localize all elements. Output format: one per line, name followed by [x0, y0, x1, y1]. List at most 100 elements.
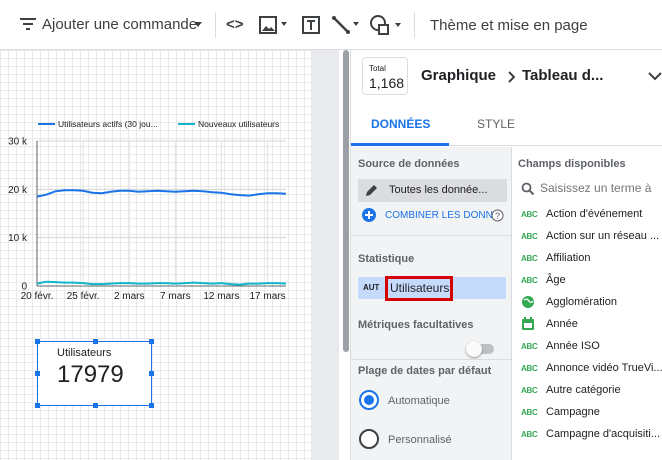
theme-layout-button[interactable]: Thème et mise en page	[430, 17, 588, 34]
radio-auto-selected[interactable]	[358, 389, 380, 411]
field-name: Âge	[546, 274, 566, 286]
filter-list-icon	[20, 18, 36, 30]
total-label: Total	[369, 64, 386, 73]
radio-custom[interactable]	[358, 428, 380, 450]
svg-text:?: ?	[495, 211, 500, 221]
radio-auto-label: Automatique	[388, 395, 450, 407]
x-tick-label: 7 mars	[160, 291, 191, 302]
data-source-name: Toutes les donnée...	[389, 184, 488, 196]
field-list-item[interactable]: Agglomération	[512, 291, 662, 313]
field-name: Autre catégorie	[546, 384, 621, 396]
chevron-right-icon	[508, 71, 515, 83]
blend-data-button[interactable]: COMBINER LES DONN	[385, 210, 493, 221]
toolbar-divider	[414, 12, 415, 38]
toolbar-divider	[215, 12, 216, 38]
field-list-item[interactable]: ABC Âge	[512, 269, 662, 291]
field-list-item[interactable]: ABC Affiliation	[512, 247, 662, 269]
tab-data-label: DONNÉES	[371, 117, 431, 131]
breadcrumb-chart-type[interactable]: Tableau d...	[522, 67, 603, 84]
toolbar: Ajouter une commande <> Thème et mise en…	[0, 0, 662, 50]
report-canvas[interactable]: Utilisateurs actifs (30 jou... Nouveaux u…	[0, 50, 311, 460]
resize-handle[interactable]	[149, 339, 154, 344]
x-tick-label: 12 mars	[203, 291, 239, 302]
canvas-scrollbar[interactable]	[343, 50, 349, 352]
canvas-gutter	[311, 50, 339, 460]
field-name: Affiliation	[546, 252, 591, 264]
field-list-item[interactable]: ABC Action sur un réseau ...	[512, 225, 662, 247]
field-name: Annonce vidéo TrueVi...	[546, 362, 662, 374]
metric-chip[interactable]: AUT Utilisateurs	[358, 276, 506, 301]
metric-aggregation[interactable]: AUT	[363, 283, 379, 292]
legend-label: Utilisateurs actifs (30 jou...	[58, 119, 158, 129]
shape-icon[interactable]	[369, 14, 405, 36]
field-name: Action d'événement	[546, 208, 643, 220]
field-name: Année	[546, 318, 578, 330]
field-list-item[interactable]: ABC Autre catégorie	[512, 379, 662, 401]
field-name: Action sur un réseau ...	[546, 230, 660, 242]
properties-panel: Total 1,168 Graphique Tableau d... DONNÉ…	[350, 50, 662, 460]
add-command-label: Ajouter une commande	[42, 16, 198, 33]
image-icon[interactable]	[259, 16, 289, 34]
time-series-chart[interactable]: Utilisateurs actifs (30 jou... Nouveaux u…	[0, 114, 311, 310]
text-type-icon: ABC	[521, 364, 538, 373]
chevron-down-icon[interactable]	[648, 71, 662, 81]
series-line	[36, 189, 287, 198]
text-box-icon[interactable]	[302, 16, 320, 34]
text-type-icon: ABC	[521, 254, 538, 263]
search-icon	[521, 182, 535, 196]
series-line	[36, 280, 287, 286]
y-tick-label: 30 k	[8, 137, 28, 148]
metric-title: Statistique	[358, 253, 415, 265]
field-list-item[interactable]: ABC Campagne d'acquisiti...	[512, 423, 662, 445]
section-divider	[351, 235, 511, 236]
help-icon[interactable]: ?	[491, 209, 504, 222]
resize-handle[interactable]	[35, 403, 40, 408]
tab-data[interactable]: DONNÉES	[351, 102, 449, 146]
field-list: ABC Action d'événement ABC Action sur un ré…	[512, 203, 662, 460]
line-icon[interactable]	[331, 15, 363, 35]
section-divider	[351, 359, 511, 360]
globe-icon	[522, 296, 534, 308]
resize-handle[interactable]	[35, 371, 40, 376]
resize-handle[interactable]	[149, 371, 154, 376]
text-type-icon: ABC	[521, 210, 538, 219]
add-command-button[interactable]: Ajouter une commande	[42, 16, 212, 36]
resize-handle[interactable]	[35, 339, 40, 344]
field-list-item[interactable]: ABC Année ISO	[512, 335, 662, 357]
toggle-knob	[466, 341, 482, 357]
date-range-title: Plage de dates par défaut	[358, 365, 492, 377]
resize-handle[interactable]	[93, 403, 98, 408]
field-list-item[interactable]: ABC Action d'événement	[512, 203, 662, 225]
resize-handle[interactable]	[93, 339, 98, 344]
data-config-column: Source de données Toutes les donnée... C…	[351, 147, 511, 460]
field-list-item[interactable]: ABC Campagne	[512, 401, 662, 423]
active-tab-indicator	[351, 143, 449, 146]
field-list-item[interactable]: ABC Annonce vidéo TrueVi...	[512, 357, 662, 379]
x-tick-label: 25 févr.	[67, 291, 100, 302]
dropdown-arrow-icon	[194, 22, 202, 27]
field-search-input[interactable]	[540, 177, 662, 199]
optional-metrics-title: Métriques facultatives	[358, 319, 474, 331]
data-source-title: Source de données	[358, 158, 460, 170]
tab-style[interactable]: STYLE	[449, 102, 547, 146]
edit-pencil-icon[interactable]	[364, 184, 378, 198]
add-circle-icon[interactable]	[362, 208, 376, 222]
metric-name: Utilisateurs	[390, 281, 450, 295]
breadcrumb-chart[interactable]: Graphique	[421, 67, 496, 84]
y-tick-label: 20 k	[8, 185, 28, 196]
code-icon[interactable]: <>	[226, 16, 244, 33]
scorecard[interactable]: Utilisateurs 17979	[35, 339, 154, 408]
chart-type-preview[interactable]: Total 1,168	[362, 57, 408, 95]
field-name: Agglomération	[546, 296, 617, 308]
resize-handle[interactable]	[149, 403, 154, 408]
text-type-icon: ABC	[521, 408, 538, 417]
optional-metrics-toggle[interactable]	[466, 341, 494, 357]
data-source-item[interactable]: Toutes les donnée...	[358, 179, 507, 202]
field-list-item[interactable]: Année	[512, 313, 662, 335]
x-tick-label: 2 mars	[114, 291, 145, 302]
available-fields-title: Champs disponibles	[518, 158, 626, 170]
field-name: Campagne d'acquisiti...	[546, 428, 660, 440]
scorecard-value: 17979	[57, 361, 124, 388]
y-tick-label: 10 k	[8, 233, 28, 244]
text-type-icon: ABC	[521, 430, 538, 439]
